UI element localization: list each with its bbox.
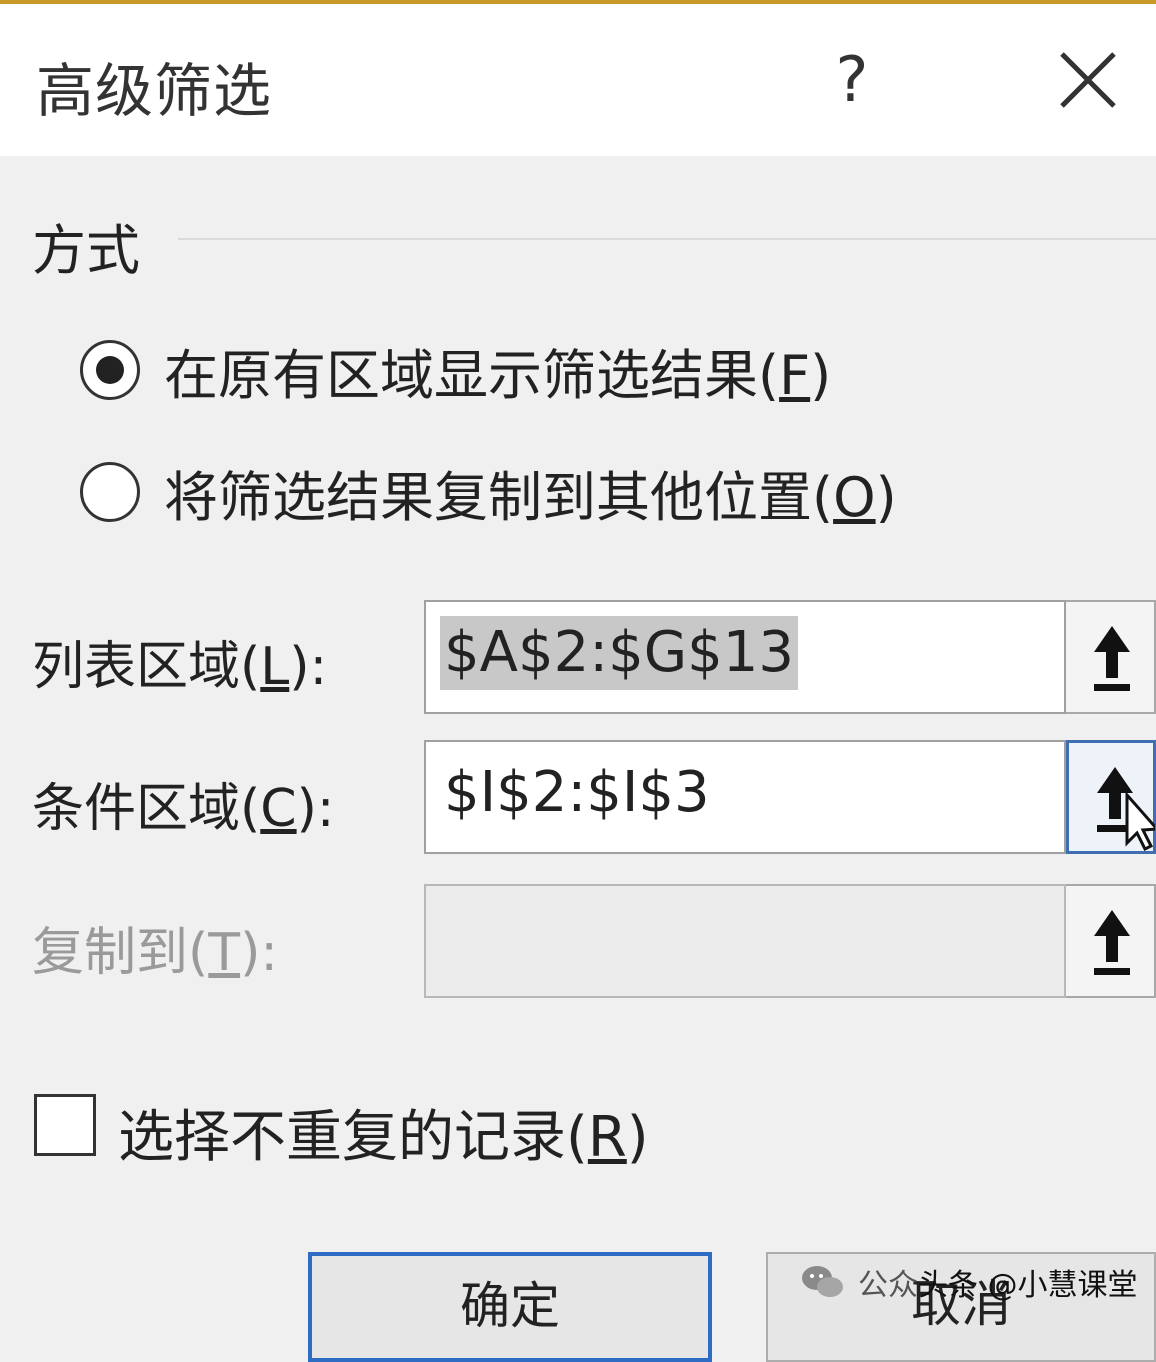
radio-copy-to-location[interactable]: 将筛选结果复制到其他位置(O) bbox=[80, 452, 897, 532]
collapse-dialog-icon bbox=[1097, 767, 1156, 852]
radio-label-copy-to-location: 将筛选结果复制到其他位置(O) bbox=[164, 465, 897, 529]
criteria-range-collapse-button[interactable] bbox=[1066, 740, 1156, 854]
radio-button-selected[interactable] bbox=[80, 340, 140, 400]
list-range-collapse-button[interactable] bbox=[1066, 600, 1156, 714]
radio-label-filter-in-place: 在原有区域显示筛选结果(F) bbox=[164, 343, 832, 407]
copy-to-collapse-button[interactable] bbox=[1066, 884, 1156, 998]
dialog-title-bar: 高级筛选 ? bbox=[0, 4, 1156, 156]
criteria-range-value: $I$2:$I$3 bbox=[444, 760, 710, 825]
radio-filter-in-place[interactable]: 在原有区域显示筛选结果(F) bbox=[80, 330, 831, 410]
unique-records-label: 选择不重复的记录(R) bbox=[118, 1105, 649, 1170]
group-divider bbox=[178, 238, 1156, 240]
copy-to-label: 复制到(T): bbox=[32, 923, 278, 983]
criteria-range-input[interactable]: $I$2:$I$3 bbox=[424, 740, 1066, 854]
unique-records-checkbox[interactable] bbox=[34, 1094, 96, 1156]
list-range-input[interactable]: $A$2:$G$13 bbox=[424, 600, 1066, 714]
close-button[interactable] bbox=[1048, 40, 1128, 120]
watermark-prefix: 公众 bbox=[858, 1268, 918, 1303]
collapse-dialog-icon bbox=[1094, 626, 1130, 691]
help-button[interactable]: ? bbox=[820, 40, 884, 120]
watermark-account: 头条 @小慧课堂 bbox=[918, 1268, 1138, 1303]
list-range-label: 列表区域(L): bbox=[32, 637, 328, 697]
criteria-range-label: 条件区域(C): bbox=[32, 779, 335, 839]
watermark: 公众 头条 @小慧课堂 bbox=[800, 1258, 1138, 1306]
close-icon bbox=[1060, 52, 1116, 108]
dialog-title: 高级筛选 bbox=[36, 57, 273, 125]
copy-to-value bbox=[440, 900, 448, 974]
radio-dot bbox=[96, 356, 124, 384]
collapse-dialog-icon bbox=[1094, 910, 1130, 975]
radio-button[interactable] bbox=[80, 462, 140, 522]
list-range-value: $A$2:$G$13 bbox=[440, 616, 798, 690]
copy-to-input[interactable] bbox=[424, 884, 1066, 998]
wechat-icon bbox=[802, 1266, 843, 1297]
ok-button[interactable]: 确定 bbox=[308, 1252, 712, 1362]
mode-group-label: 方式 bbox=[32, 219, 140, 282]
